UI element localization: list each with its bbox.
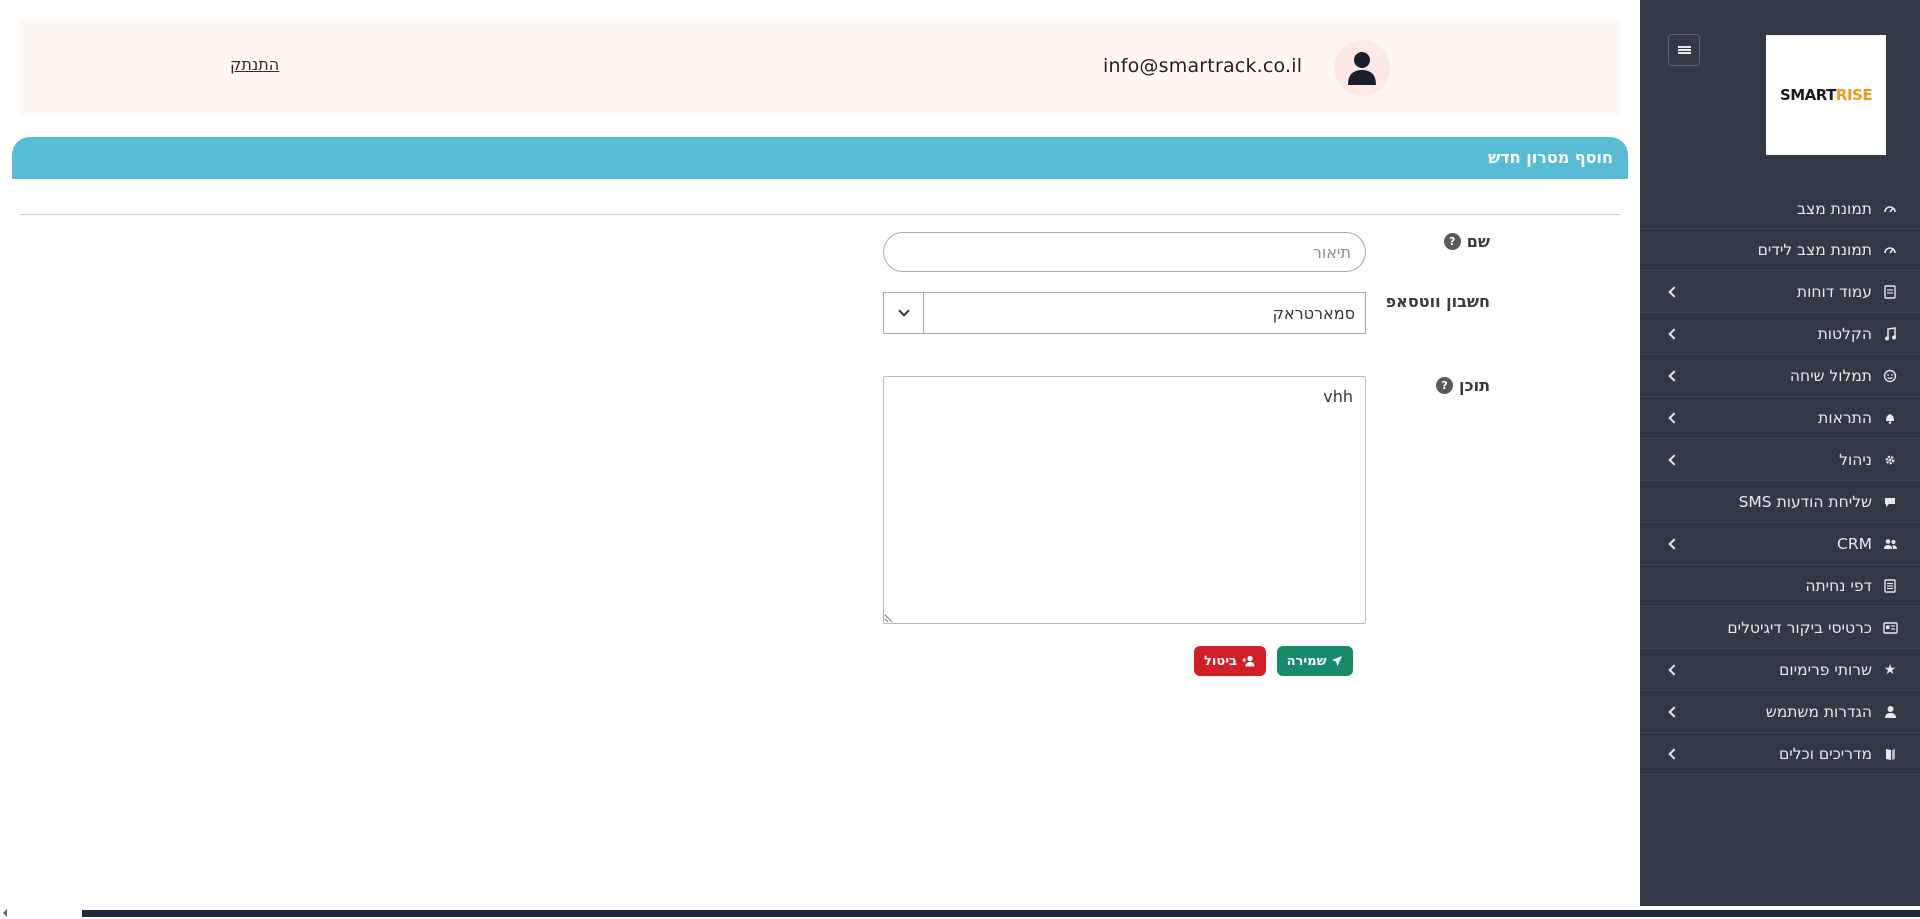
sidebar-item-label: תמלול שיחה <box>1789 366 1872 385</box>
sidebar-item-label: עמוד דוחות <box>1796 282 1872 301</box>
chevron-left-icon <box>1668 369 1680 382</box>
user-icon <box>1882 704 1898 720</box>
user-plus-icon <box>1242 655 1255 667</box>
sidebar-item-label: שרותי פרימיום <box>1779 660 1872 679</box>
content-label: תוכן ? <box>1436 376 1490 395</box>
sidebar-item-premium[interactable]: ★ שרותי פרימיום <box>1640 649 1920 691</box>
user-avatar-icon <box>1348 52 1376 85</box>
whatsapp-account-selected: סמארטראק <box>1272 304 1355 323</box>
whatsapp-account-select[interactable]: סמארטראק <box>883 292 1366 334</box>
logo-text-accent: RISE <box>1835 86 1873 104</box>
menu-toggle-button[interactable] <box>1668 34 1700 66</box>
logout-link[interactable]: התנתק <box>230 55 279 74</box>
sidebar-item-label: הקלטות <box>1817 324 1872 343</box>
cancel-button-label: ביטול <box>1204 653 1237 669</box>
sidebar-item-user-settings[interactable]: הגדרות משתמש <box>1640 691 1920 733</box>
logo-wordmark: SMARTRISE <box>1779 86 1873 104</box>
content-label-text: תוכן <box>1459 376 1490 395</box>
help-icon[interactable]: ? <box>1443 233 1461 250</box>
horizontal-scrollbar[interactable] <box>0 906 1920 919</box>
sidebar-menu: תמונת מצב תמונת מצב לידים עמוד דוחות הקל… <box>1640 189 1920 775</box>
chevron-left-icon <box>1668 453 1680 466</box>
music-note-icon <box>1882 326 1898 342</box>
users-icon <box>1882 536 1898 552</box>
sidebar-item-label: הגדרות משתמש <box>1765 702 1872 721</box>
chevron-left-icon <box>1668 663 1680 676</box>
message-icon <box>1882 494 1898 510</box>
hamburger-icon <box>1677 46 1691 54</box>
whatsapp-account-label: חשבון ווטסאפ <box>1386 292 1490 311</box>
avatar[interactable] <box>1334 40 1390 96</box>
sidebar-item-sms[interactable]: שליחת הודעות SMS <box>1640 481 1920 523</box>
scrollbar-thumb[interactable] <box>82 910 1920 917</box>
sidebar-item-label: ניהול <box>1839 450 1872 469</box>
save-button-label: שמירה <box>1286 653 1327 669</box>
content-textarea[interactable]: vhh <box>883 376 1366 624</box>
sidebar-item-alerts[interactable]: התראות <box>1640 397 1920 439</box>
sidebar-item-dashboard[interactable]: תמונת מצב <box>1640 189 1920 229</box>
page-title: חוסף מסרון חדש <box>1488 148 1613 167</box>
chevron-left-icon <box>1668 411 1680 424</box>
page-icon <box>1882 578 1898 594</box>
name-input[interactable] <box>883 232 1366 272</box>
divider <box>20 214 1620 215</box>
report-icon <box>1882 284 1898 300</box>
select-arrow[interactable] <box>884 293 924 333</box>
gauge-icon <box>1882 201 1898 217</box>
cancel-button[interactable]: ביטול <box>1194 646 1266 676</box>
sidebar-item-label: תמונת מצב לידים <box>1757 240 1872 259</box>
brand-logo[interactable]: SMARTRISE <box>1766 35 1886 155</box>
name-label: שם ? <box>1443 232 1490 251</box>
sidebar-item-digital-cards[interactable]: כרטיסי ביקור דיגיטלים <box>1640 607 1920 649</box>
sidebar: SMARTRISE תמונת מצב תמונת מצב לידים עמוד… <box>1640 0 1920 919</box>
scroll-left-icon[interactable] <box>3 909 7 917</box>
sidebar-item-label: תמונת מצב <box>1797 199 1872 218</box>
chevron-left-icon <box>1668 327 1680 340</box>
sidebar-item-transcription[interactable]: תמלול שיחה <box>1640 355 1920 397</box>
book-icon <box>1882 746 1898 762</box>
chevron-down-icon <box>897 305 910 317</box>
help-icon[interactable]: ? <box>1436 377 1454 394</box>
chevron-left-icon <box>1668 285 1680 298</box>
bell-icon <box>1882 410 1898 426</box>
sidebar-item-guides[interactable]: מדריכים וכלים <box>1640 733 1920 775</box>
sidebar-item-label: דפי נחיתה <box>1805 576 1872 595</box>
chevron-left-icon <box>1668 747 1680 760</box>
smile-icon <box>1882 368 1898 384</box>
sidebar-item-label: כרטיסי ביקור דיגיטלים <box>1727 618 1872 637</box>
star-icon: ★ <box>1883 661 1897 678</box>
send-icon <box>1332 656 1343 666</box>
sidebar-item-label: מדריכים וכלים <box>1778 744 1872 763</box>
sidebar-item-label: שליחת הודעות SMS <box>1738 492 1872 511</box>
gauge-icon <box>1882 242 1898 258</box>
logo-text-main: SMART <box>1779 86 1836 104</box>
sidebar-item-leads-dashboard[interactable]: תמונת מצב לידים <box>1640 229 1920 271</box>
sidebar-item-reports[interactable]: עמוד דוחות <box>1640 271 1920 313</box>
sidebar-item-label: התראות <box>1818 408 1872 427</box>
sidebar-item-crm[interactable]: CRM <box>1640 523 1920 565</box>
sidebar-item-label: CRM <box>1837 534 1872 553</box>
sidebar-item-recordings[interactable]: הקלטות <box>1640 313 1920 355</box>
save-button[interactable]: שמירה <box>1277 646 1353 676</box>
whatsapp-account-label-text: חשבון ווטסאפ <box>1385 292 1490 311</box>
card-icon <box>1882 620 1898 636</box>
chevron-left-icon <box>1668 537 1680 550</box>
gear-icon <box>1882 452 1898 468</box>
name-label-text: שם <box>1466 232 1490 251</box>
sidebar-item-landing-pages[interactable]: דפי נחיתה <box>1640 565 1920 607</box>
user-email: info@smartrack.co.il <box>1103 55 1303 77</box>
chevron-left-icon <box>1668 705 1680 718</box>
page-header: חוסף מסרון חדש <box>12 137 1628 179</box>
sidebar-item-management[interactable]: ניהול <box>1640 439 1920 481</box>
